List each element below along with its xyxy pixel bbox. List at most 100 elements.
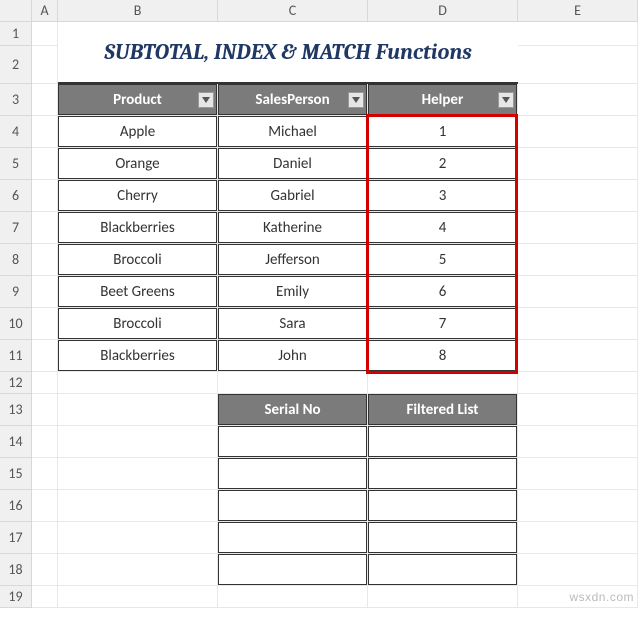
cell-E14[interactable] (518, 426, 638, 458)
cell-A18[interactable] (32, 554, 58, 586)
row-header-16[interactable]: 16 (0, 490, 32, 522)
cell-D18[interactable] (368, 554, 518, 586)
cell-C15[interactable] (218, 458, 368, 490)
cell-A15[interactable] (32, 458, 58, 490)
column-header-B[interactable]: B (58, 0, 218, 22)
cell-C14[interactable] (218, 426, 368, 458)
cell-D3[interactable]: Helper (368, 84, 518, 116)
cell-D17[interactable] (368, 522, 518, 554)
cell-D5[interactable]: 2 (368, 148, 518, 180)
cell-B7[interactable]: Blackberries (58, 212, 218, 244)
cell-C16[interactable] (218, 490, 368, 522)
cell-D14[interactable] (368, 426, 518, 458)
filter-dropdown-button[interactable] (348, 92, 364, 108)
cell-B1[interactable] (58, 22, 218, 46)
cell-E5[interactable] (518, 148, 638, 180)
cell-A1[interactable] (32, 22, 58, 46)
column-header-C[interactable]: C (218, 0, 368, 22)
filter-dropdown-button[interactable] (198, 92, 214, 108)
cell-D8[interactable]: 5 (368, 244, 518, 276)
row-header-7[interactable]: 7 (0, 212, 32, 244)
cell-E7[interactable] (518, 212, 638, 244)
cell-A11[interactable] (32, 340, 58, 372)
cell-A3[interactable] (32, 84, 58, 116)
table2-empty-cell[interactable] (218, 458, 367, 489)
row-header-13[interactable]: 13 (0, 394, 32, 426)
cell-C12[interactable] (218, 372, 368, 394)
table1-helper-cell[interactable]: 5 (368, 244, 517, 275)
table1-sales-cell[interactable]: Jefferson (218, 244, 367, 275)
row-header-12[interactable]: 12 (0, 372, 32, 394)
row-header-5[interactable]: 5 (0, 148, 32, 180)
cell-B5[interactable]: Orange (58, 148, 218, 180)
cell-A12[interactable] (32, 372, 58, 394)
cell-B16[interactable] (58, 490, 218, 522)
table1-helper-cell[interactable]: 2 (368, 148, 517, 179)
cell-E9[interactable] (518, 276, 638, 308)
cell-E1[interactable] (518, 22, 638, 46)
row-header-9[interactable]: 9 (0, 276, 32, 308)
table2-empty-cell[interactable] (368, 426, 517, 457)
cell-B10[interactable]: Broccoli (58, 308, 218, 340)
row-header-4[interactable]: 4 (0, 116, 32, 148)
cell-E15[interactable] (518, 458, 638, 490)
cell-B13[interactable] (58, 394, 218, 426)
row-header-8[interactable]: 8 (0, 244, 32, 276)
cell-A6[interactable] (32, 180, 58, 212)
table1-product-cell[interactable]: Broccoli (58, 244, 217, 275)
cell-D11[interactable]: 8 (368, 340, 518, 372)
row-header-10[interactable]: 10 (0, 308, 32, 340)
table1-product-cell[interactable]: Orange (58, 148, 217, 179)
cell-A10[interactable] (32, 308, 58, 340)
cell-B4[interactable]: Apple (58, 116, 218, 148)
table2-empty-cell[interactable] (368, 554, 517, 585)
table1-header-B[interactable]: Product (58, 84, 217, 115)
row-header-14[interactable]: 14 (0, 426, 32, 458)
cell-A14[interactable] (32, 426, 58, 458)
row-header-2[interactable]: 2 (0, 46, 32, 84)
row-header-15[interactable]: 15 (0, 458, 32, 490)
table2-empty-cell[interactable] (218, 426, 367, 457)
column-header-A[interactable]: A (32, 0, 58, 22)
cell-B18[interactable] (58, 554, 218, 586)
cell-A9[interactable] (32, 276, 58, 308)
cell-C17[interactable] (218, 522, 368, 554)
cell-A2[interactable] (32, 46, 58, 84)
cell-A7[interactable] (32, 212, 58, 244)
cell-D9[interactable]: 6 (368, 276, 518, 308)
cell-C13[interactable]: Serial No (218, 394, 368, 426)
cell-D1[interactable] (368, 22, 518, 46)
cell-D12[interactable] (368, 372, 518, 394)
cell-D15[interactable] (368, 458, 518, 490)
cell-A8[interactable] (32, 244, 58, 276)
cell-A13[interactable] (32, 394, 58, 426)
table1-sales-cell[interactable]: John (218, 340, 367, 371)
cell-D16[interactable] (368, 490, 518, 522)
cell-D7[interactable]: 4 (368, 212, 518, 244)
table1-product-cell[interactable]: Cherry (58, 180, 217, 211)
table1-product-cell[interactable]: Blackberries (58, 212, 217, 243)
cell-E3[interactable] (518, 84, 638, 116)
cell-B9[interactable]: Beet Greens (58, 276, 218, 308)
cell-C7[interactable]: Katherine (218, 212, 368, 244)
cell-E8[interactable] (518, 244, 638, 276)
cell-D4[interactable]: 1 (368, 116, 518, 148)
cell-C3[interactable]: SalesPerson (218, 84, 368, 116)
cell-C8[interactable]: Jefferson (218, 244, 368, 276)
cell-B17[interactable] (58, 522, 218, 554)
cell-A4[interactable] (32, 116, 58, 148)
table2-empty-cell[interactable] (218, 490, 367, 521)
cell-C10[interactable]: Sara (218, 308, 368, 340)
table1-helper-cell[interactable]: 6 (368, 276, 517, 307)
cell-B19[interactable] (58, 586, 218, 608)
cell-E6[interactable] (518, 180, 638, 212)
select-all-corner[interactable] (0, 0, 32, 22)
cell-E2[interactable] (518, 46, 638, 84)
table1-helper-cell[interactable]: 7 (368, 308, 517, 339)
cell-A16[interactable] (32, 490, 58, 522)
table1-product-cell[interactable]: Broccoli (58, 308, 217, 339)
table2-empty-cell[interactable] (368, 522, 517, 553)
table1-product-cell[interactable]: Apple (58, 116, 217, 147)
cell-C5[interactable]: Daniel (218, 148, 368, 180)
cell-B11[interactable]: Blackberries (58, 340, 218, 372)
